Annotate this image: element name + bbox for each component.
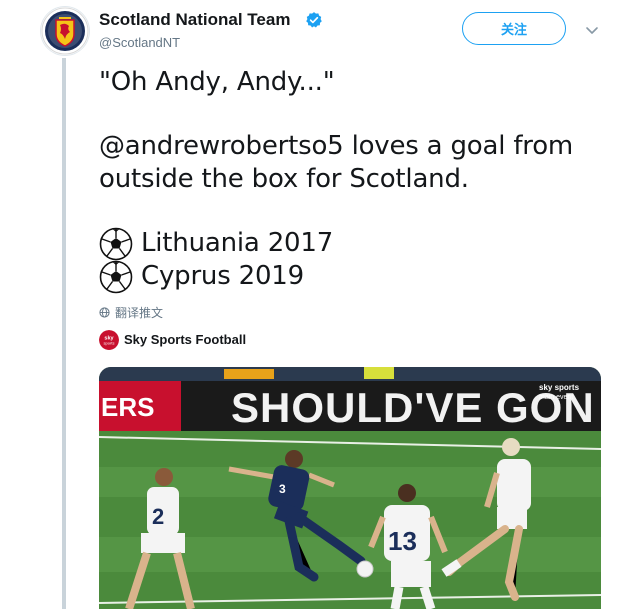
board-left-text: ERS bbox=[101, 392, 154, 422]
media-thumbnail[interactable]: ERS SHOULD'VE GON sky sports main event … bbox=[99, 367, 601, 609]
globe-icon bbox=[99, 307, 110, 318]
tweet-text-line: outside the box for Scotland. bbox=[99, 164, 469, 194]
scotland-crest-icon bbox=[41, 7, 89, 55]
watermark-line1: sky sports bbox=[539, 383, 580, 392]
watermark-line2: main event bbox=[539, 394, 573, 401]
ball bbox=[356, 560, 374, 578]
tweet-text-line: Cyprus 2019 bbox=[141, 261, 304, 291]
sky-sports-logo[interactable]: sky sports bbox=[99, 330, 119, 350]
player-number: 13 bbox=[388, 526, 417, 556]
author-handle[interactable]: @ScotlandNT bbox=[99, 35, 180, 50]
chevron-down-icon[interactable] bbox=[584, 22, 600, 38]
tweet-text-line: @andrewrobertso5 loves a goal from bbox=[99, 131, 574, 161]
translate-tweet-link[interactable]: 翻译推文 bbox=[99, 304, 163, 321]
verified-badge-icon bbox=[306, 12, 322, 28]
follow-button[interactable]: 关注 bbox=[462, 12, 566, 45]
soccer-ball-icon bbox=[99, 227, 133, 260]
football-match-image: ERS SHOULD'VE GON sky sports main event … bbox=[99, 367, 601, 609]
tweet-text-line-with-emoji: Cyprus 2019 bbox=[99, 260, 619, 293]
avatar[interactable] bbox=[41, 7, 89, 55]
tweet-text: "Oh Andy, Andy..." @andrewrobertso5 love… bbox=[99, 66, 619, 293]
thread-line bbox=[62, 58, 66, 609]
svg-text:sports: sports bbox=[104, 341, 115, 346]
translate-label[interactable]: 翻译推文 bbox=[115, 304, 163, 321]
source-name[interactable]: Sky Sports Football bbox=[124, 332, 246, 347]
player-number: 3 bbox=[279, 482, 286, 496]
tweet-text-line: "Oh Andy, Andy..." bbox=[99, 67, 335, 97]
player-number: 2 bbox=[152, 504, 164, 529]
tweet-text-line-with-emoji: Lithuania 2017 bbox=[99, 227, 619, 260]
author-name[interactable]: Scotland National Team bbox=[99, 10, 290, 30]
soccer-ball-icon bbox=[99, 260, 133, 293]
tweet-text-line: Lithuania 2017 bbox=[141, 228, 334, 258]
